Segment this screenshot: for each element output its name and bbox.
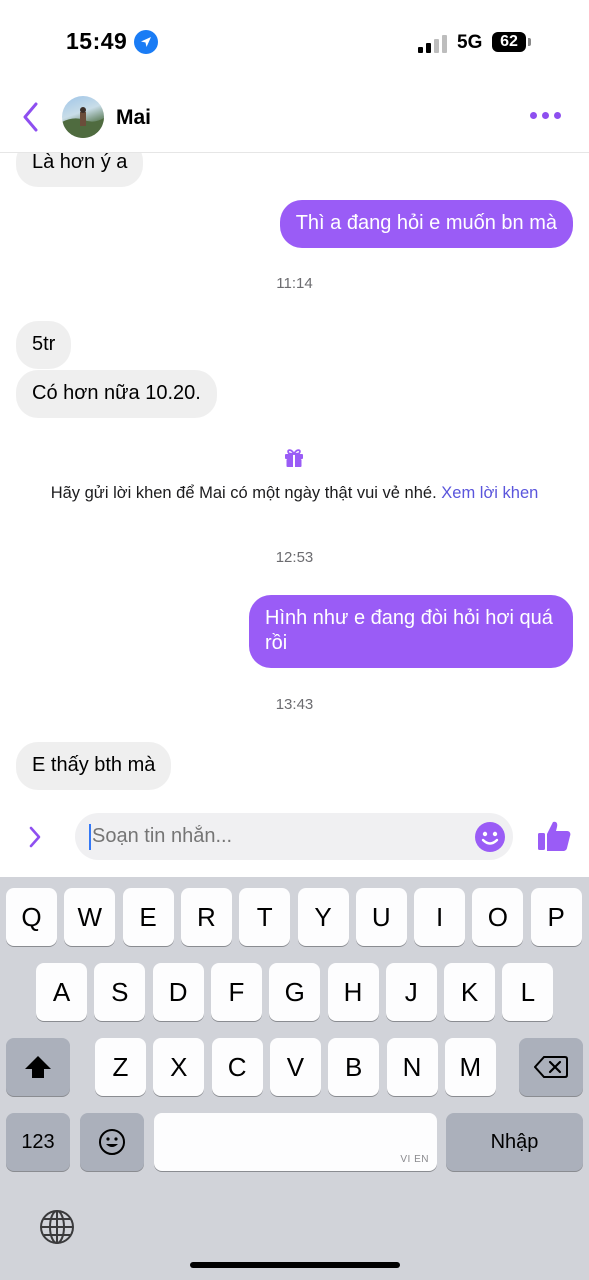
key-m[interactable]: M [444,1038,496,1096]
keyboard: QWERTYUIOP ASDFGHJKL ZXCVBNM 123 VI EN N… [0,877,589,1280]
message-input[interactable] [92,822,462,850]
compliment-notice-text: Hãy gửi lời khen để Mai có một ngày thật… [50,484,437,502]
numbers-key[interactable]: 123 [6,1113,70,1171]
return-key[interactable]: Nhập [446,1113,583,1171]
key-k[interactable]: K [444,963,496,1021]
battery-cap-icon [528,38,531,46]
key-p[interactable]: P [530,888,582,946]
contact-name[interactable]: Mai [116,106,151,130]
chevron-left-icon [23,102,38,132]
message-timestamp: 11:14 [276,275,313,292]
key-a[interactable]: A [36,963,87,1021]
shift-key[interactable] [6,1038,70,1096]
emoji-keyboard-key[interactable] [80,1113,144,1171]
key-h[interactable]: H [327,963,379,1021]
home-indicator [190,1262,400,1268]
key-c[interactable]: C [211,1038,263,1096]
key-r[interactable]: R [180,888,232,946]
key-q[interactable]: Q [6,888,57,946]
globe-icon [40,1210,74,1244]
expand-actions-button[interactable] [26,824,44,850]
more-dot-icon [542,112,549,119]
shift-arrow-icon [25,1056,51,1078]
more-dot-icon [554,112,561,119]
key-u[interactable]: U [355,888,407,946]
space-key[interactable]: VI EN [154,1113,437,1171]
key-d[interactable]: D [152,963,204,1021]
key-w[interactable]: W [64,888,116,946]
globe-key[interactable] [38,1208,76,1246]
like-button[interactable] [536,818,572,854]
key-s[interactable]: S [94,963,146,1021]
gift-icon [283,446,305,468]
message-timestamp: 13:43 [275,696,314,713]
outgoing-message[interactable]: Thì a đang hỏi e muốn bn mà [279,200,573,248]
location-arrow-icon [134,30,158,54]
key-t[interactable]: T [239,888,291,946]
key-x[interactable]: X [153,1038,205,1096]
key-o[interactable]: O [472,888,524,946]
chevron-right-icon [29,826,41,848]
key-g[interactable]: G [269,963,321,1021]
incoming-message[interactable]: E thấy bth mà [16,742,172,790]
key-i[interactable]: I [414,888,466,946]
key-v[interactable]: V [269,1038,321,1096]
emoji-face-icon [99,1129,125,1155]
backspace-icon [534,1056,568,1078]
key-e[interactable]: E [122,888,174,946]
key-n[interactable]: N [386,1038,438,1096]
battery-indicator: 62 [492,32,526,52]
incoming-message[interactable]: 5tr [16,321,72,369]
more-options-button[interactable] [530,112,564,122]
incoming-message[interactable]: Là hơn ý a [16,153,144,187]
message-list[interactable]: Là hơn ý a Thì a đang hỏi e muốn bn mà 1… [0,153,589,800]
key-j[interactable]: J [385,963,437,1021]
compliment-notice: Hãy gửi lời khen để Mai có một ngày thật… [0,484,589,503]
key-f[interactable]: F [210,963,262,1021]
key-b[interactable]: B [328,1038,380,1096]
message-timestamp: 12:53 [275,549,314,566]
status-time: 15:49 [66,28,128,54]
key-z[interactable]: Z [95,1038,146,1096]
back-button[interactable] [18,100,46,134]
key-y[interactable]: Y [297,888,349,946]
view-compliments-link[interactable]: Xem lời khen [441,484,538,502]
text-caret [89,824,91,850]
emoji-button[interactable] [474,821,506,853]
more-dot-icon [530,112,537,119]
smiley-icon [475,822,505,852]
cellular-signal-icon [418,34,448,54]
incoming-message[interactable]: Có hơn nữa 10.20. [16,370,217,418]
outgoing-message[interactable]: Hình như e đang đòi hỏi hơi quá rồi [249,595,573,668]
delete-key[interactable] [519,1038,583,1096]
avatar[interactable] [62,96,104,138]
network-type: 5G [457,32,483,53]
thumbs-up-icon [538,821,571,851]
key-l[interactable]: L [502,963,554,1021]
language-hint: VI EN [400,1154,429,1165]
